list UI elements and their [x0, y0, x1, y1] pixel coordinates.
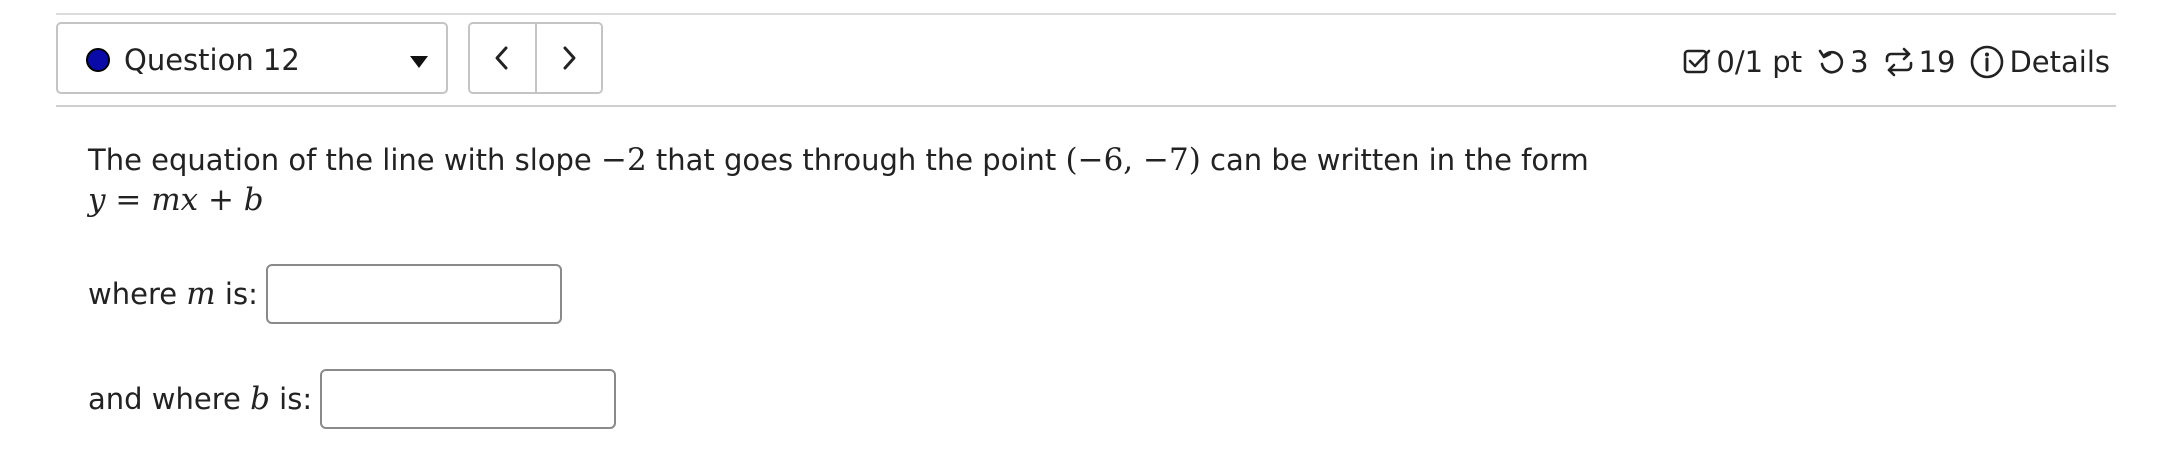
caret-down-icon	[410, 56, 428, 68]
answer-label-text: is:	[215, 277, 258, 311]
versions-value: 19	[1918, 45, 1956, 79]
answer-label-text: where	[88, 277, 187, 311]
chevron-right-icon	[563, 46, 576, 70]
info-icon	[1969, 44, 2005, 80]
retry-icon	[1816, 47, 1846, 77]
attempts-value: 3	[1850, 45, 1869, 79]
question-text-part: can be written in the form	[1200, 143, 1589, 177]
slope-answer-input[interactable]	[265, 264, 562, 324]
header-divider	[56, 105, 2116, 107]
question-selector-label: Question 12	[124, 43, 300, 77]
answer-row-m: where m is:	[88, 264, 562, 324]
form-plus: +	[198, 182, 244, 218]
form-variable-x: x	[180, 182, 199, 218]
question-selector[interactable]: Question 12	[56, 22, 448, 94]
form-variable-m: m	[151, 182, 181, 218]
slope-value: −2	[600, 142, 647, 178]
answer-row-b: and where b is:	[88, 369, 617, 429]
equation-form: y = mx + b	[88, 180, 1589, 220]
question-stats: 0/1 pt 3 19 Details	[1682, 40, 2110, 84]
question-text-part: that goes through the point	[646, 143, 1066, 177]
versions-stat: 19	[1883, 45, 1956, 79]
score-value: 0/1 pt	[1716, 45, 1803, 79]
answer-label-m: where m is:	[88, 276, 258, 312]
answer-label-b: and where b is:	[88, 381, 312, 417]
details-label: Details	[2009, 45, 2110, 79]
point-value: (−6, −7)	[1065, 142, 1201, 178]
score-stat: 0/1 pt	[1682, 45, 1802, 79]
question-nav	[468, 22, 603, 94]
top-divider	[56, 13, 2116, 15]
previous-question-button[interactable]	[470, 24, 535, 92]
question-status-dot	[86, 48, 110, 72]
answer-label-text: is:	[269, 382, 313, 416]
answer-variable-b: b	[250, 381, 270, 417]
question-prompt-line: The equation of the line with slope −2 t…	[88, 140, 1589, 180]
checkbox-icon	[1682, 47, 1712, 77]
question-text-part: The equation of the line with slope	[88, 143, 601, 177]
answer-label-text: and where	[88, 382, 251, 416]
form-variable-b: b	[243, 182, 264, 218]
attempts-stat: 3	[1816, 45, 1869, 79]
question-text: The equation of the line with slope −2 t…	[88, 140, 1589, 220]
intercept-answer-input[interactable]	[320, 369, 617, 429]
form-equals: =	[105, 182, 152, 218]
details-button[interactable]: Details	[1969, 44, 2110, 80]
answer-variable-m: m	[186, 276, 216, 312]
next-question-button[interactable]	[534, 24, 601, 92]
chevron-left-icon	[495, 46, 508, 70]
repeat-icon	[1883, 47, 1915, 77]
form-variable-y: y	[88, 182, 106, 218]
